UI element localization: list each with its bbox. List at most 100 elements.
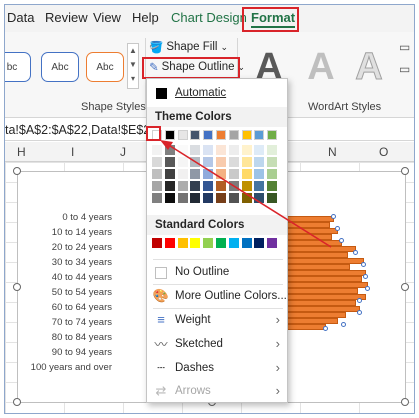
theme-color-tint-swatch[interactable] [203, 181, 214, 191]
more-icon[interactable]: ▾ [128, 72, 138, 86]
data-point-handle[interactable] [331, 214, 336, 219]
theme-color-tint-swatch[interactable] [267, 157, 278, 167]
resize-handle[interactable] [401, 398, 409, 406]
theme-color-swatch[interactable] [152, 130, 162, 140]
standard-color-swatch[interactable] [216, 238, 226, 248]
tab-chart-design[interactable]: Chart Design [171, 10, 247, 25]
more-outline-colors-option[interactable]: 🎨 More Outline Colors... [147, 284, 287, 307]
wordart-style-2[interactable]: A [301, 46, 341, 88]
theme-color-tint-swatch[interactable] [254, 181, 265, 191]
theme-color-tint-swatch[interactable] [241, 181, 252, 191]
shape-outline-button[interactable]: ✎ Shape Outline ⌄ [149, 60, 245, 74]
theme-color-tint-swatch[interactable] [216, 145, 226, 155]
standard-color-swatch[interactable] [228, 238, 239, 248]
theme-color-tint-swatch[interactable] [177, 169, 188, 179]
theme-color-tint-swatch[interactable] [241, 145, 252, 155]
data-point-handle[interactable] [335, 226, 340, 231]
theme-color-tint-swatch[interactable] [190, 145, 201, 155]
theme-color-tint-swatch[interactable] [164, 157, 175, 167]
theme-color-tint-swatch[interactable] [216, 193, 226, 203]
theme-color-tint-swatch[interactable] [216, 157, 226, 167]
theme-color-tint-swatch[interactable] [267, 193, 278, 203]
theme-color-tint-swatch[interactable] [254, 193, 265, 203]
theme-color-tint-swatch[interactable] [241, 157, 252, 167]
theme-color-tint-swatch[interactable] [190, 193, 201, 203]
theme-color-tint-swatch[interactable] [228, 181, 239, 191]
theme-color-tint-swatch[interactable] [164, 169, 175, 179]
weight-option[interactable]: ≡ Weight › [147, 308, 287, 331]
tab-format[interactable]: Format [251, 10, 296, 28]
data-point-handle[interactable] [323, 326, 328, 331]
theme-color-tint-swatch[interactable] [177, 157, 188, 167]
data-bar[interactable] [286, 324, 326, 330]
theme-color-tint-swatch[interactable] [241, 169, 252, 179]
standard-color-swatch[interactable] [241, 238, 252, 248]
theme-color-tint-swatch[interactable] [228, 169, 239, 179]
sketched-option[interactable]: 〰 Sketched › [147, 332, 287, 355]
theme-color-tint-swatch[interactable] [152, 145, 162, 155]
chevron-up-icon[interactable]: ▲ [128, 44, 138, 58]
shape-style-3[interactable]: Abc [86, 52, 124, 82]
theme-color-tint-swatch[interactable] [152, 181, 162, 191]
resize-handle[interactable] [13, 398, 21, 406]
standard-color-swatch[interactable] [152, 238, 162, 248]
theme-color-tint-swatch[interactable] [254, 145, 265, 155]
column-header[interactable]: O [379, 145, 388, 159]
theme-color-tint-swatch[interactable] [267, 145, 278, 155]
data-point-handle[interactable] [353, 250, 358, 255]
no-outline-option[interactable]: No Outline [147, 260, 287, 283]
theme-color-tint-swatch[interactable] [267, 181, 278, 191]
data-point-handle[interactable] [339, 238, 344, 243]
theme-color-tint-swatch[interactable] [190, 181, 201, 191]
theme-color-swatch[interactable] [267, 130, 278, 140]
data-point-handle[interactable] [357, 310, 362, 315]
theme-color-tint-swatch[interactable] [241, 193, 252, 203]
gallery-scroll[interactable]: ▲ ▼ ▾ [127, 43, 139, 89]
resize-handle[interactable] [13, 167, 21, 175]
theme-color-tint-swatch[interactable] [203, 193, 214, 203]
resize-handle[interactable] [13, 283, 21, 291]
theme-color-tint-swatch[interactable] [190, 157, 201, 167]
standard-color-swatch[interactable] [267, 238, 278, 248]
standard-color-swatch[interactable] [254, 238, 265, 248]
theme-color-tint-swatch[interactable] [203, 169, 214, 179]
data-point-handle[interactable] [361, 262, 366, 267]
standard-color-swatch[interactable] [177, 238, 188, 248]
shape-fill-button[interactable]: 🪣 Shape Fill ⌄ [149, 40, 228, 54]
tab-data[interactable]: Data [7, 10, 34, 25]
data-point-handle[interactable] [357, 298, 362, 303]
theme-color-swatch[interactable] [241, 130, 252, 140]
data-point-handle[interactable] [365, 286, 370, 291]
column-header[interactable]: I [71, 145, 74, 159]
theme-color-tint-swatch[interactable] [254, 157, 265, 167]
theme-color-tint-swatch[interactable] [267, 169, 278, 179]
theme-color-tint-swatch[interactable] [152, 169, 162, 179]
shape-style-1[interactable]: bc [5, 52, 31, 82]
theme-color-tint-swatch[interactable] [190, 169, 201, 179]
data-point-handle[interactable] [363, 274, 368, 279]
theme-color-tint-swatch[interactable] [152, 157, 162, 167]
theme-color-tint-swatch[interactable] [164, 193, 175, 203]
chevron-down-icon[interactable]: ▼ [128, 58, 138, 72]
standard-color-swatch[interactable] [190, 238, 201, 248]
dashes-option[interactable]: ┄ Dashes › [147, 356, 287, 379]
theme-color-tint-swatch[interactable] [228, 145, 239, 155]
theme-color-tint-swatch[interactable] [228, 193, 239, 203]
column-header[interactable]: J [120, 145, 126, 159]
text-outline-icon[interactable]: ▭ [399, 62, 410, 76]
theme-color-tint-swatch[interactable] [164, 145, 175, 155]
theme-color-swatch[interactable] [190, 130, 201, 140]
tab-help[interactable]: Help [132, 10, 159, 25]
text-fill-icon[interactable]: ▭ [399, 40, 410, 54]
theme-color-tint-swatch[interactable] [177, 145, 188, 155]
theme-color-swatch[interactable] [254, 130, 265, 140]
resize-handle[interactable] [401, 167, 409, 175]
theme-color-tint-swatch[interactable] [203, 145, 214, 155]
tab-review[interactable]: Review [45, 10, 88, 25]
column-header[interactable]: N [328, 145, 337, 159]
standard-color-swatch[interactable] [164, 238, 175, 248]
resize-handle[interactable] [401, 283, 409, 291]
theme-color-swatch[interactable] [203, 130, 214, 140]
data-point-handle[interactable] [341, 322, 346, 327]
theme-color-tint-swatch[interactable] [164, 181, 175, 191]
